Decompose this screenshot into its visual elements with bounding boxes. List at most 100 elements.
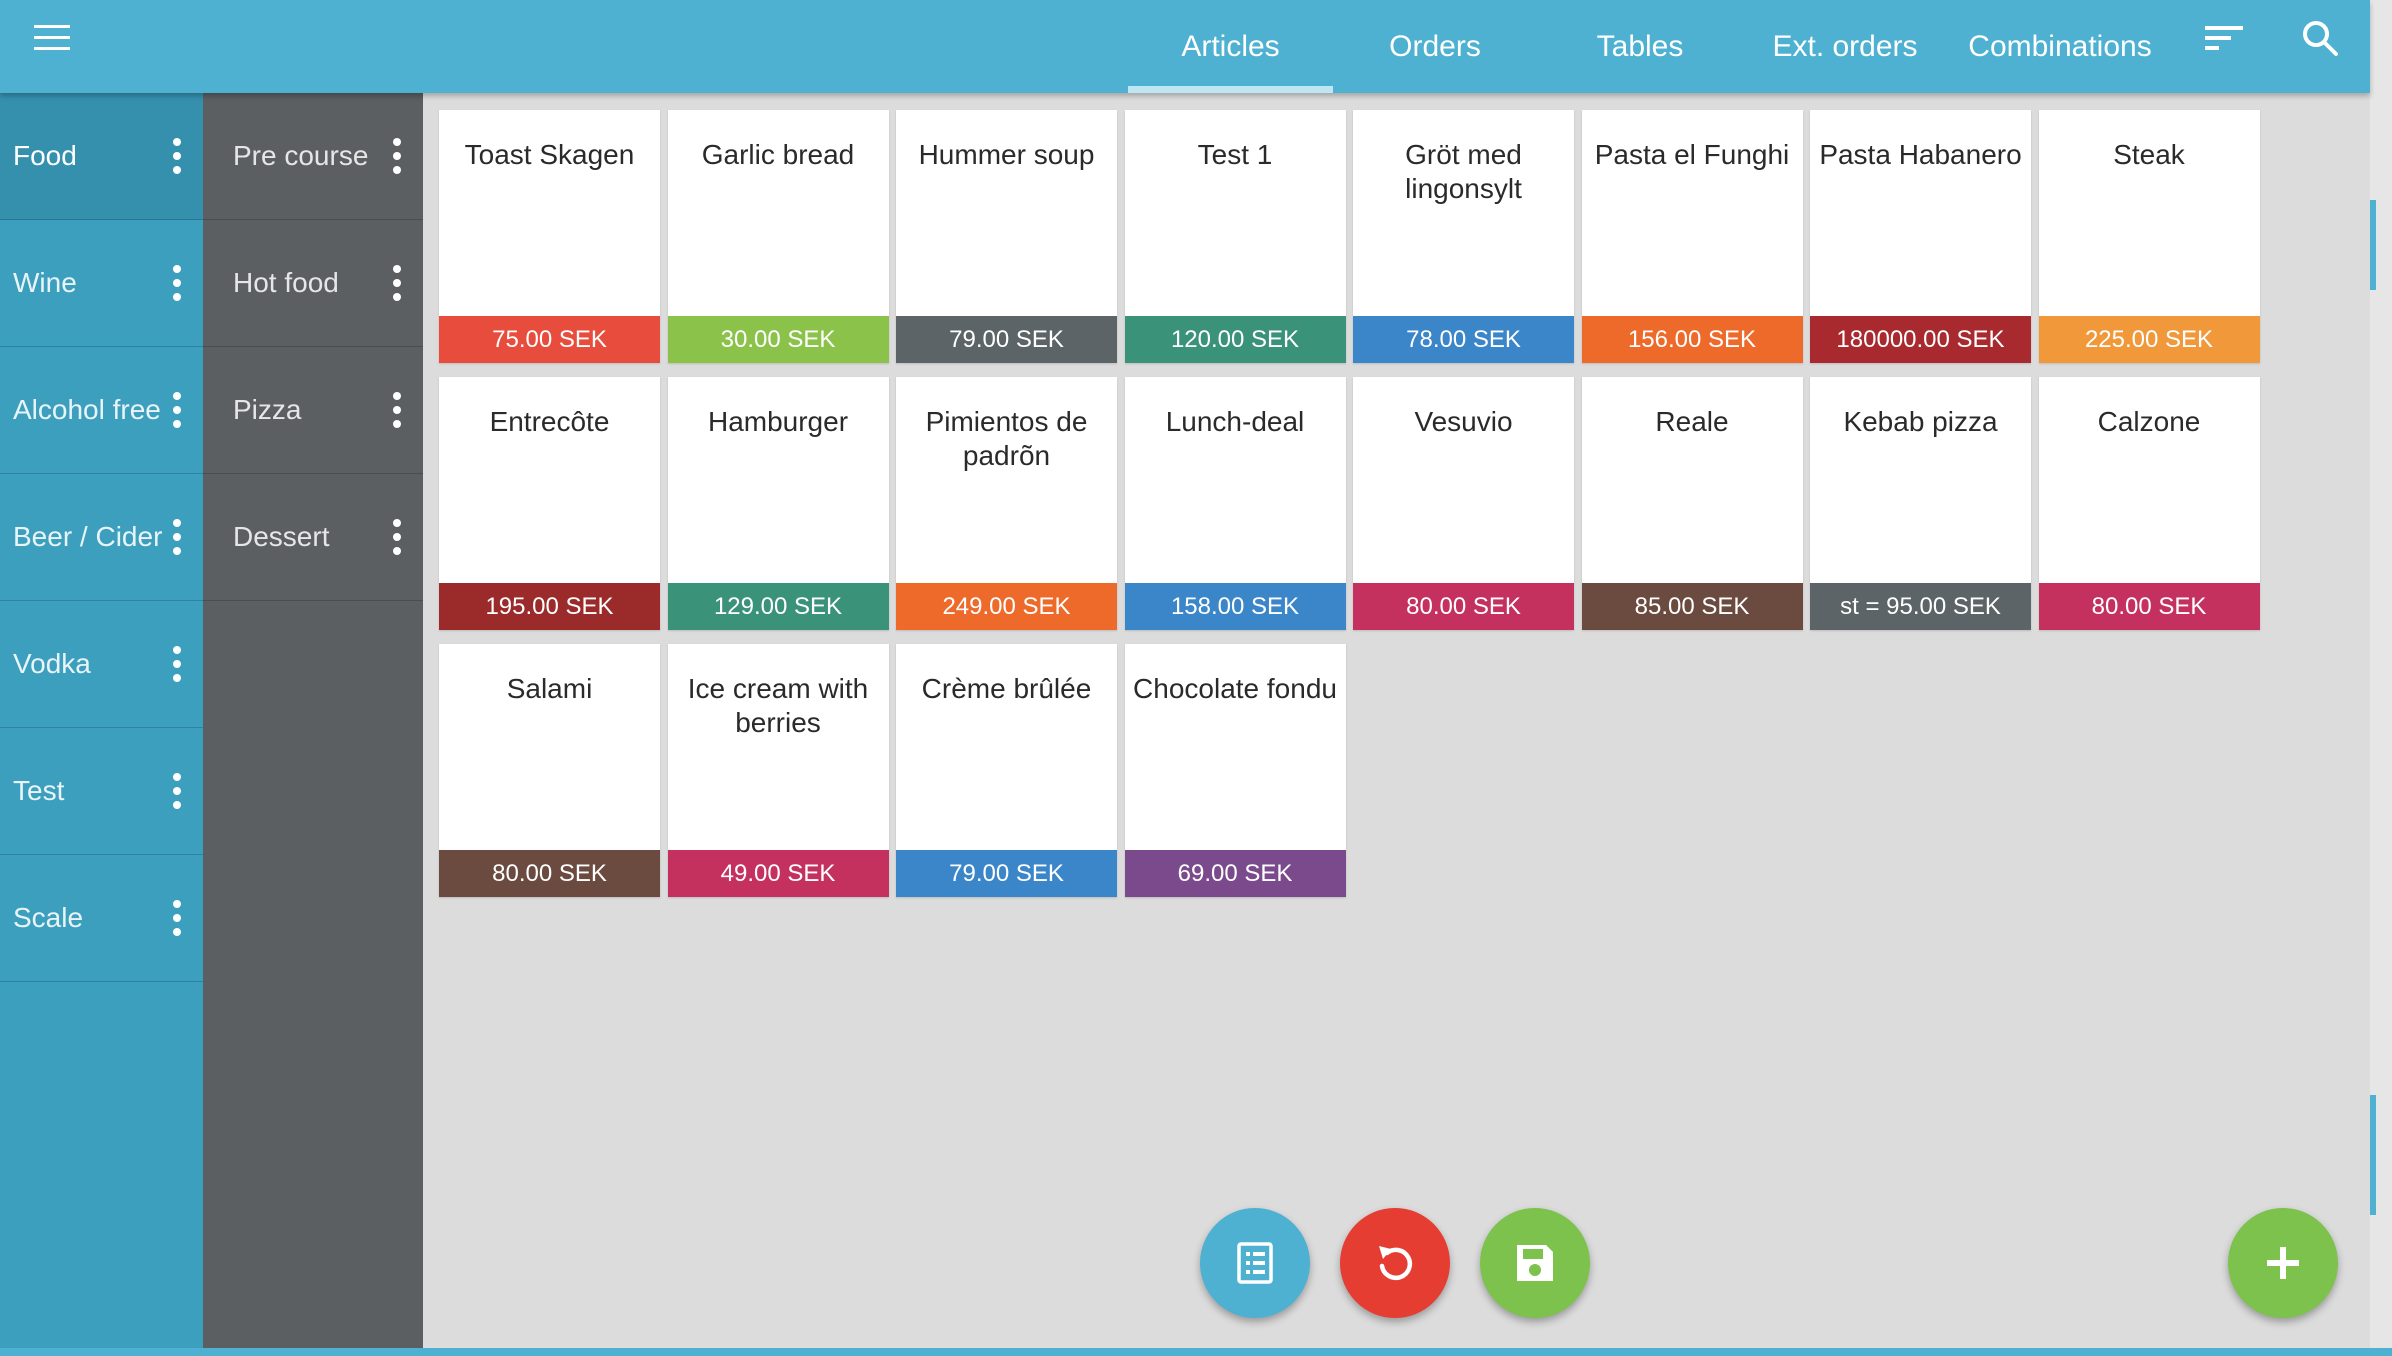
- more-options-icon[interactable]: [169, 136, 185, 176]
- more-options-icon[interactable]: [169, 771, 185, 811]
- article-price: 158.00 SEK: [1124, 583, 1346, 630]
- article-price: 195.00 SEK: [439, 583, 660, 630]
- more-options-icon[interactable]: [389, 517, 405, 557]
- hamburger-menu-icon: [34, 25, 70, 50]
- article-price: 80.00 SEK: [1353, 583, 1574, 630]
- scrollbar-thumb[interactable]: [2370, 200, 2376, 290]
- tab-articles[interactable]: Articles: [1128, 0, 1333, 93]
- article-name: Hummer soup: [918, 139, 1095, 170]
- article-card[interactable]: Hamburger 129.00 SEK: [667, 377, 889, 630]
- category-beer-cider[interactable]: Beer / Cider: [0, 474, 203, 601]
- category-alcohol-free[interactable]: Alcohol free: [0, 347, 203, 474]
- category-label: Wine: [13, 267, 77, 298]
- article-name: Lunch-deal: [1165, 406, 1305, 437]
- article-card[interactable]: Reale 85.00 SEK: [1581, 377, 1803, 630]
- scrollbar-thumb-lower[interactable]: [2370, 1095, 2376, 1215]
- subcategory-pre-course[interactable]: Pre course: [203, 93, 423, 220]
- scrollbar-track[interactable]: [2370, 0, 2392, 1348]
- article-name: Garlic bread: [701, 139, 855, 170]
- article-price: 180000.00 SEK: [1810, 316, 2031, 363]
- category-wine[interactable]: Wine: [0, 220, 203, 347]
- subcategory-label: Dessert: [233, 521, 330, 552]
- article-card[interactable]: Salami 80.00 SEK: [439, 644, 660, 897]
- article-price: 156.00 SEK: [1581, 316, 1803, 363]
- article-card[interactable]: Kebab pizza st = 95.00 SEK: [1810, 377, 2031, 630]
- article-name: Reale: [1655, 406, 1729, 437]
- article-card[interactable]: Toast Skagen 75.00 SEK: [439, 110, 660, 363]
- category-vodka[interactable]: Vodka: [0, 601, 203, 728]
- menu-button[interactable]: [0, 0, 104, 76]
- more-options-icon[interactable]: [389, 136, 405, 176]
- subcategory-pizza[interactable]: Pizza: [203, 347, 423, 474]
- article-name: Pimientos de padrõn: [925, 406, 1088, 471]
- article-name: Test 1: [1197, 139, 1273, 170]
- article-card[interactable]: Gröt med lingonsylt 78.00 SEK: [1353, 110, 1574, 363]
- category-food[interactable]: Food: [0, 93, 203, 220]
- article-name: Gröt med lingonsylt: [1405, 139, 1522, 204]
- tab-ext-orders[interactable]: Ext. orders: [1755, 0, 1935, 93]
- receipt-icon: [1237, 1242, 1273, 1284]
- bottom-border: [0, 1348, 2392, 1356]
- article-card[interactable]: Garlic bread 30.00 SEK: [667, 110, 889, 363]
- undo-button[interactable]: [1340, 1208, 1450, 1318]
- article-card[interactable]: Steak 225.00 SEK: [2038, 110, 2260, 363]
- article-price: st = 95.00 SEK: [1810, 583, 2031, 630]
- article-card[interactable]: Entrecôte 195.00 SEK: [439, 377, 660, 630]
- more-options-icon[interactable]: [169, 898, 185, 938]
- article-card[interactable]: Lunch-deal 158.00 SEK: [1124, 377, 1346, 630]
- article-name: Salami: [506, 673, 593, 704]
- tab-combinations[interactable]: Combinations: [1950, 0, 2170, 93]
- category-test[interactable]: Test: [0, 728, 203, 855]
- article-card[interactable]: Pimientos de padrõn 249.00 SEK: [896, 377, 1117, 630]
- article-name: Toast Skagen: [464, 139, 635, 170]
- article-card[interactable]: Test 1 120.00 SEK: [1124, 110, 1346, 363]
- article-name: Entrecôte: [489, 406, 610, 437]
- main-category-list: Food Wine Alcohol free Beer / Cider Vodka Tes…: [0, 93, 203, 1348]
- subcategory-label: Pre course: [233, 140, 369, 171]
- more-options-icon[interactable]: [169, 517, 185, 557]
- filter-button[interactable]: [2194, 0, 2254, 76]
- category-scale[interactable]: Scale: [0, 855, 203, 982]
- subcategory-hot-food[interactable]: Hot food: [203, 220, 423, 347]
- article-card[interactable]: Ice cream with berries 49.00 SEK: [667, 644, 889, 897]
- category-label: Beer / Cider: [13, 521, 163, 552]
- article-price: 249.00 SEK: [896, 583, 1117, 630]
- tab-orders[interactable]: Orders: [1340, 0, 1530, 93]
- article-price: 225.00 SEK: [2038, 316, 2260, 363]
- article-price: 69.00 SEK: [1124, 850, 1346, 897]
- receipt-button[interactable]: [1200, 1208, 1310, 1318]
- search-button[interactable]: [2290, 0, 2350, 76]
- article-card[interactable]: Hummer soup 79.00 SEK: [896, 110, 1117, 363]
- subcategory-label: Hot food: [233, 267, 339, 298]
- article-name: Vesuvio: [1414, 406, 1513, 437]
- subcategory-dessert[interactable]: Dessert: [203, 474, 423, 601]
- tab-tables[interactable]: Tables: [1540, 0, 1740, 93]
- article-name: Pasta el Funghi: [1594, 139, 1790, 170]
- article-price: 75.00 SEK: [439, 316, 660, 363]
- article-price: 78.00 SEK: [1353, 316, 1574, 363]
- search-icon: [2303, 21, 2338, 56]
- category-label: Test: [13, 775, 65, 806]
- add-article-button[interactable]: [2228, 1208, 2338, 1318]
- top-app-bar: Articles Orders Tables Ext. orders Combi…: [0, 0, 2370, 93]
- article-name: Kebab pizza: [1843, 406, 1998, 437]
- add-icon: [2267, 1247, 2299, 1279]
- article-card[interactable]: Chocolate fondu 69.00 SEK: [1124, 644, 1346, 897]
- article-card[interactable]: Calzone 80.00 SEK: [2038, 377, 2260, 630]
- article-price: 49.00 SEK: [667, 850, 889, 897]
- article-card[interactable]: Pasta el Funghi 156.00 SEK: [1581, 110, 1803, 363]
- subcategory-label: Pizza: [233, 394, 302, 425]
- more-options-icon[interactable]: [389, 263, 405, 303]
- article-name: Crème brûlée: [921, 673, 1092, 704]
- tab-label: Ext. orders: [1772, 29, 1918, 63]
- more-options-icon[interactable]: [389, 390, 405, 430]
- article-card[interactable]: Pasta Habanero 180000.00 SEK: [1810, 110, 2031, 363]
- category-label: Vodka: [13, 648, 91, 679]
- article-card[interactable]: Vesuvio 80.00 SEK: [1353, 377, 1574, 630]
- save-button[interactable]: [1480, 1208, 1590, 1318]
- more-options-icon[interactable]: [169, 644, 185, 684]
- more-options-icon[interactable]: [169, 263, 185, 303]
- article-card[interactable]: Crème brûlée 79.00 SEK: [896, 644, 1117, 897]
- more-options-icon[interactable]: [169, 390, 185, 430]
- category-label: Scale: [13, 902, 84, 933]
